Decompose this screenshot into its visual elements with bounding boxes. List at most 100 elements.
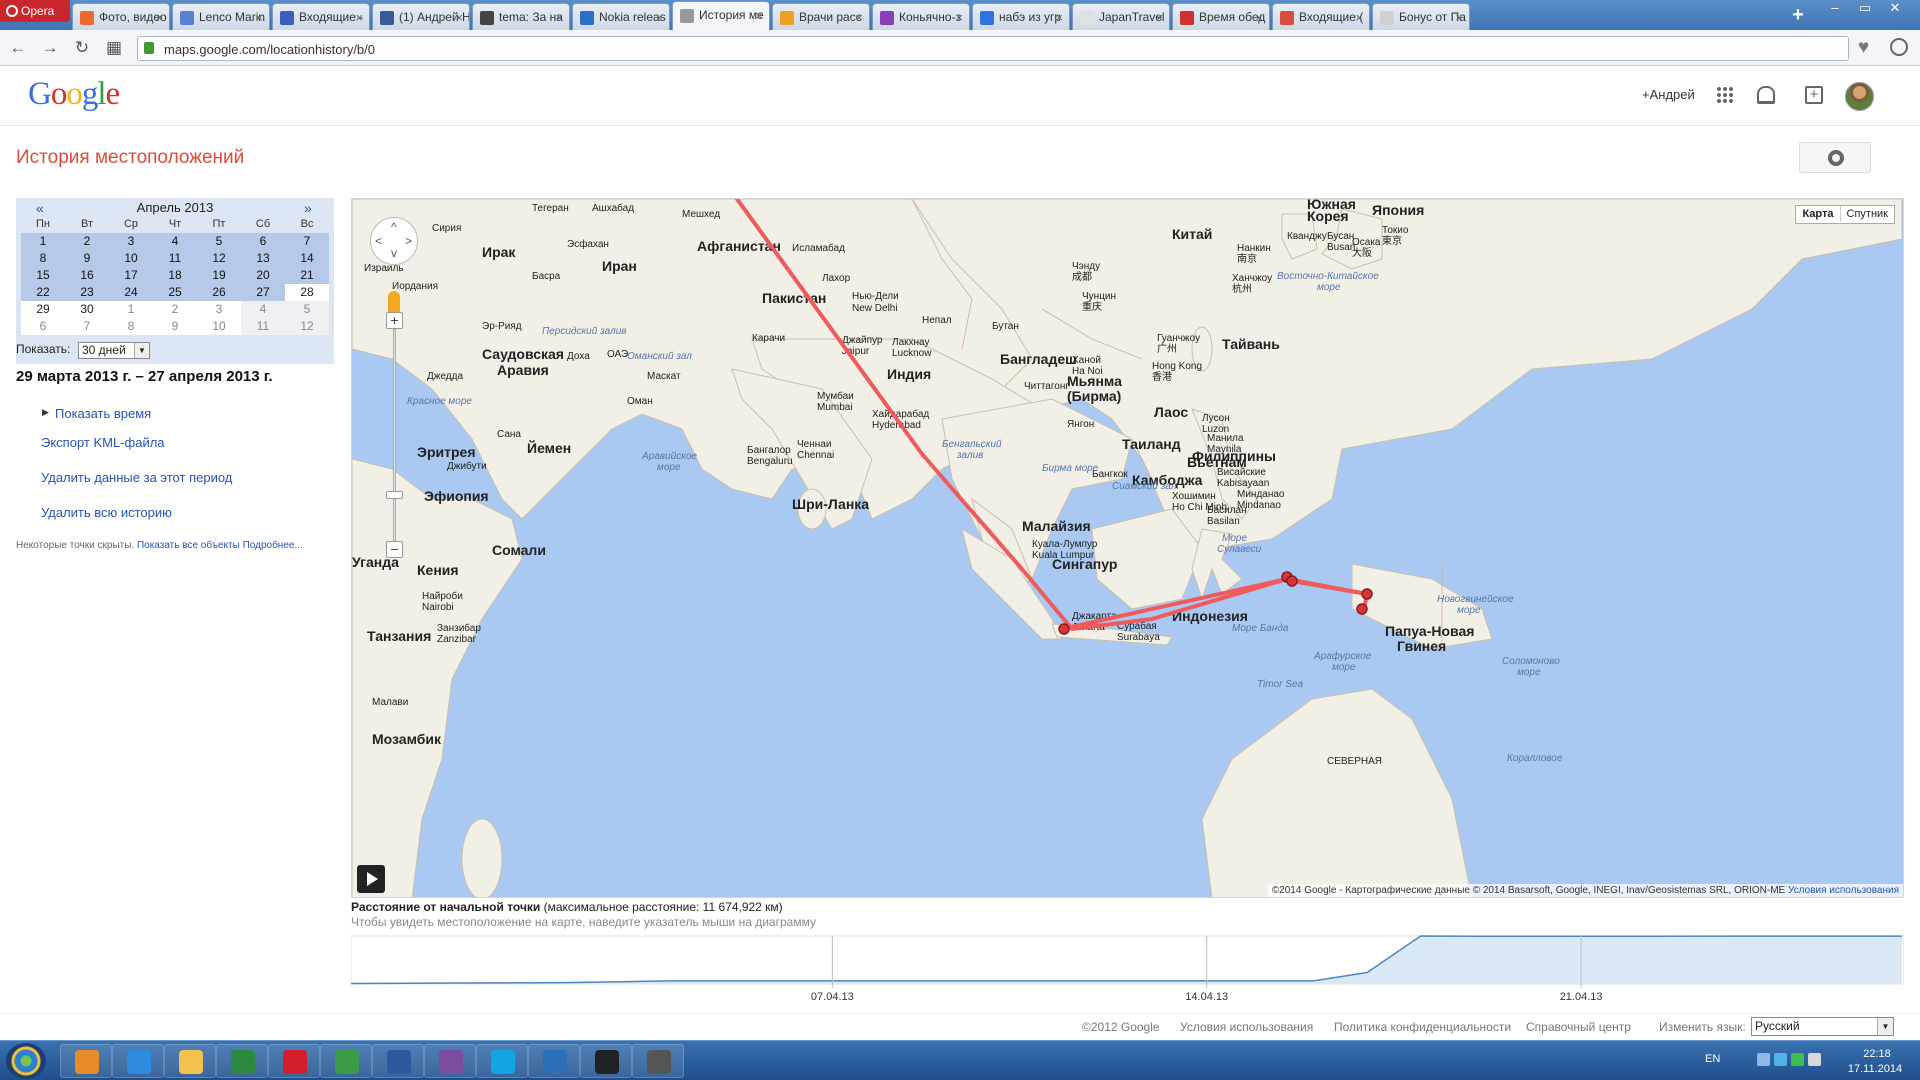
forward-arrow-icon[interactable]: → <box>40 38 60 58</box>
pan-control[interactable]: ^ < > v <box>370 217 418 265</box>
input-language-indicator[interactable]: EN <box>1705 1053 1720 1065</box>
settings-button[interactable] <box>1799 142 1871 173</box>
pan-up-icon[interactable]: ^ <box>391 220 397 234</box>
zoom-out-button[interactable]: − <box>386 541 403 558</box>
language-select[interactable]: Русский ▼ <box>1751 1017 1894 1036</box>
calendar-day[interactable]: 28 <box>285 284 329 301</box>
chrome-icon[interactable] <box>320 1044 372 1078</box>
zoom-slider-thumb[interactable] <box>386 491 403 499</box>
share-plus-icon[interactable]: + <box>1805 86 1823 104</box>
avatar[interactable] <box>1845 82 1874 111</box>
excel-icon[interactable] <box>216 1044 268 1078</box>
calendar-day[interactable]: 8 <box>109 318 153 335</box>
speed-dial-grid-icon[interactable]: ▦ <box>104 38 124 58</box>
google-plus-user-link[interactable]: +Андрей <box>1642 87 1695 102</box>
apps-grid-icon[interactable] <box>1716 86 1734 104</box>
pan-left-icon[interactable]: < <box>375 234 382 248</box>
downloads-icon[interactable] <box>1890 38 1908 56</box>
calendar-day[interactable]: 3 <box>109 233 153 250</box>
browser-tab[interactable]: Nokia releas × <box>572 3 670 30</box>
clock-time[interactable]: 22:18 <box>1852 1048 1902 1060</box>
footer-help-link[interactable]: Справочный центр <box>1526 1020 1631 1034</box>
calendar-day[interactable]: 29 <box>21 301 65 318</box>
calendar-day[interactable]: 26 <box>197 284 241 301</box>
calendar-prev-month-button[interactable]: « <box>36 200 44 216</box>
map-type-map-button[interactable]: Карта <box>1796 206 1841 222</box>
calendar-day[interactable]: 22 <box>21 284 65 301</box>
map-terms-link[interactable]: Условия использования <box>1788 885 1899 896</box>
calendar-day[interactable]: 20 <box>241 267 285 284</box>
delete-period-link[interactable]: Удалить данные за этот период <box>41 470 232 485</box>
browser-tab[interactable]: Фото, видео × <box>72 3 170 30</box>
calendar-day[interactable]: 6 <box>241 233 285 250</box>
crescent-icon[interactable] <box>528 1044 580 1078</box>
footer-privacy-link[interactable]: Политика конфиденциальности <box>1334 1020 1511 1034</box>
opera-icon[interactable] <box>268 1044 320 1078</box>
word-icon[interactable] <box>372 1044 424 1078</box>
distance-chart[interactable]: 07.04.13 14.04.13 21.04.13 <box>351 928 1904 1008</box>
blackberry-icon[interactable] <box>580 1044 632 1078</box>
calendar-day[interactable]: 25 <box>153 284 197 301</box>
opera-menu-button[interactable]: Opera <box>0 0 70 22</box>
tab-close-icon[interactable]: × <box>1455 10 1463 25</box>
calendar-day[interactable]: 2 <box>65 233 109 250</box>
browser-tab[interactable]: Врачи расс × <box>772 3 870 30</box>
delete-all-history-link[interactable]: Удалить всю историю <box>41 505 172 520</box>
google-logo[interactable]: Google <box>28 76 120 113</box>
browser-tab[interactable]: Входящие (× <box>1272 3 1370 30</box>
calendar-day[interactable]: 8 <box>21 250 65 267</box>
minimize-icon[interactable]: – <box>1820 0 1850 20</box>
browser-tab[interactable]: tema: За на × <box>472 3 570 30</box>
calendar-day[interactable]: 12 <box>197 250 241 267</box>
tab-close-icon[interactable]: × <box>555 10 563 25</box>
bookmark-heart-icon[interactable]: ♥ <box>1858 37 1869 59</box>
route-marker[interactable] <box>1286 575 1298 587</box>
zoom-slider-track[interactable] <box>393 329 396 544</box>
clock-date[interactable]: 17.11.2014 <box>1840 1063 1910 1075</box>
close-window-icon[interactable]: ✕ <box>1880 0 1910 20</box>
calendar-day[interactable]: 23 <box>65 284 109 301</box>
browser-tab[interactable]: Время обед × <box>1172 3 1270 30</box>
calendar-day[interactable]: 2 <box>153 301 197 318</box>
browser-tab[interactable]: История ме × <box>672 1 770 30</box>
tab-close-icon[interactable]: × <box>855 10 863 25</box>
browser-tab[interactable]: JapanTravel × <box>1072 3 1170 30</box>
calendar-day[interactable]: 24 <box>109 284 153 301</box>
calendar-next-month-button[interactable]: » <box>304 200 312 216</box>
calendar-day[interactable]: 11 <box>153 250 197 267</box>
calendar-day[interactable]: 19 <box>197 267 241 284</box>
browser-tab[interactable]: набэ из угр × <box>972 3 1070 30</box>
tab-close-icon[interactable]: × <box>255 10 263 25</box>
visual-studio-icon[interactable] <box>424 1044 476 1078</box>
route-marker[interactable] <box>1058 623 1070 635</box>
calendar-day[interactable]: 10 <box>109 250 153 267</box>
tray-security-icon[interactable] <box>1791 1053 1804 1066</box>
tab-close-icon[interactable]: × <box>955 10 963 25</box>
footer-terms-link[interactable]: Условия использования <box>1180 1020 1313 1034</box>
skype-icon[interactable] <box>476 1044 528 1078</box>
zoom-in-button[interactable]: + <box>386 312 403 329</box>
browser-tab[interactable]: (1) Андрей Н × <box>372 3 470 30</box>
play-animation-button[interactable] <box>357 865 385 893</box>
route-marker[interactable] <box>1361 588 1373 600</box>
show-time-link[interactable]: Показать время <box>55 406 151 421</box>
show-period-select[interactable]: 30 дней ▼ <box>78 342 150 359</box>
maximize-icon[interactable]: ▭ <box>1850 0 1880 20</box>
calendar-day[interactable]: 18 <box>153 267 197 284</box>
calendar-day[interactable]: 10 <box>197 318 241 335</box>
browser-tab[interactable]: Входящие - × <box>272 3 370 30</box>
internet-explorer-icon[interactable] <box>112 1044 164 1078</box>
tab-close-icon[interactable]: × <box>355 10 363 25</box>
tray-bluetooth-icon[interactable] <box>1774 1053 1787 1066</box>
explorer-folder-icon[interactable] <box>164 1044 216 1078</box>
tab-close-icon[interactable]: × <box>455 10 463 25</box>
calendar-day[interactable]: 17 <box>109 267 153 284</box>
media-player-icon[interactable] <box>60 1044 112 1078</box>
tab-close-icon[interactable]: × <box>1255 10 1263 25</box>
tanks-game-icon[interactable] <box>632 1044 684 1078</box>
calendar-day[interactable]: 4 <box>153 233 197 250</box>
tab-close-icon[interactable]: × <box>155 10 163 25</box>
notifications-bell-icon[interactable] <box>1757 86 1775 104</box>
calendar-day[interactable]: 16 <box>65 267 109 284</box>
calendar-day[interactable]: 14 <box>285 250 329 267</box>
